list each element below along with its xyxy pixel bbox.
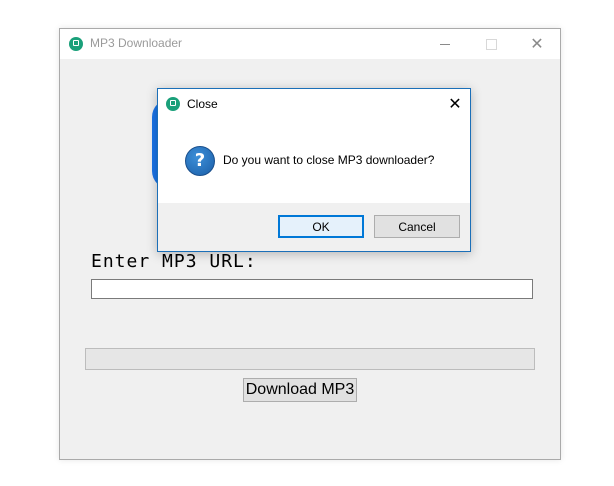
download-progress-bar: [85, 348, 535, 370]
minimize-icon[interactable]: [422, 29, 468, 59]
dialog-close-icon[interactable]: ✕: [440, 89, 470, 119]
app-logo-icon: [166, 97, 180, 111]
download-mp3-button[interactable]: Download MP3: [243, 378, 357, 402]
maximize-icon[interactable]: [468, 29, 514, 59]
cancel-button[interactable]: Cancel: [374, 215, 460, 238]
close-dialog: Close ✕ ? Do you want to close MP3 downl…: [157, 88, 471, 252]
main-titlebar[interactable]: MP3 Downloader ✕: [60, 29, 560, 59]
window-title: MP3 Downloader: [90, 36, 183, 50]
app-logo-icon: [69, 37, 83, 51]
url-input[interactable]: [91, 279, 533, 299]
dialog-titlebar[interactable]: Close ✕: [158, 89, 470, 119]
dialog-footer: OK Cancel: [158, 203, 470, 251]
dialog-message: Do you want to close MP3 downloader?: [223, 153, 435, 167]
question-icon: ?: [185, 146, 215, 176]
ok-button[interactable]: OK: [278, 215, 364, 238]
url-label: Enter MP3 URL:: [91, 251, 257, 272]
window-close-icon[interactable]: ✕: [514, 29, 560, 59]
dialog-title: Close: [187, 97, 218, 111]
